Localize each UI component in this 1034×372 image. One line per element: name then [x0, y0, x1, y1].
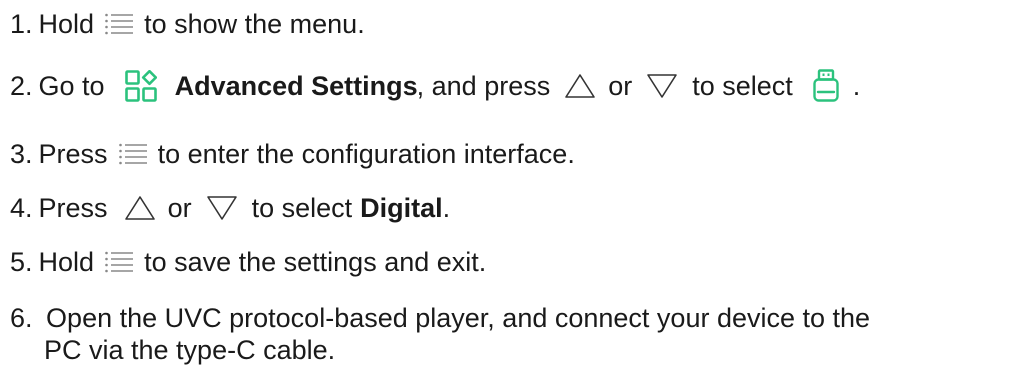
step-number: 6.	[10, 303, 33, 333]
digital-label: Digital	[360, 193, 443, 223]
step-line: PC via the type-C cable.	[10, 334, 1025, 366]
step-text: to enter the configuration interface.	[157, 139, 575, 169]
advanced-settings-icon	[124, 70, 157, 102]
step-6: 6. Open the UVC protocol-based player, a…	[10, 302, 1025, 366]
advanced-settings-label: Advanced Settings	[174, 71, 418, 101]
step-3: 3. Press to enter the configuration inte…	[10, 134, 575, 174]
down-triangle-icon	[206, 195, 238, 221]
step-text: or	[167, 193, 192, 223]
step-4: 4. Press or to select Digital .	[10, 188, 450, 228]
step-number: 1.	[10, 9, 33, 39]
step-text: Hold	[38, 247, 95, 277]
step-text: , and press	[416, 71, 551, 101]
down-triangle-icon	[646, 73, 678, 99]
step-2: 2. Go to Advanced Settings , and press o…	[10, 66, 860, 106]
step-text: to show the menu.	[144, 9, 365, 39]
step-text: Press	[38, 193, 108, 223]
step-text: Open the UVC protocol-based player, and …	[46, 303, 871, 333]
step-text: .	[852, 71, 861, 101]
step-text: to save the settings and exit.	[144, 247, 487, 277]
step-text: to select	[692, 71, 793, 101]
menu-icon	[118, 143, 148, 165]
menu-icon	[104, 13, 134, 35]
step-number: 5.	[10, 247, 33, 277]
step-1: 1. Hold to show the menu.	[10, 4, 365, 44]
step-number: 4.	[10, 193, 33, 223]
step-text: PC via the type-C cable.	[44, 335, 336, 365]
step-line: 6. Open the UVC protocol-based player, a…	[10, 302, 1025, 334]
step-text: Hold	[38, 9, 95, 39]
step-text: Press	[38, 139, 108, 169]
step-number: 3.	[10, 139, 33, 169]
usb-device-icon	[813, 69, 839, 103]
step-5: 5. Hold to save the settings and exit.	[10, 242, 486, 282]
step-number: 2.	[10, 71, 33, 101]
step-text: .	[442, 193, 451, 223]
step-text: or	[608, 71, 633, 101]
step-text: to select	[251, 193, 353, 223]
step-text: Go to	[38, 71, 105, 101]
menu-icon	[104, 251, 134, 273]
up-triangle-icon	[124, 195, 156, 221]
up-triangle-icon	[564, 73, 596, 99]
